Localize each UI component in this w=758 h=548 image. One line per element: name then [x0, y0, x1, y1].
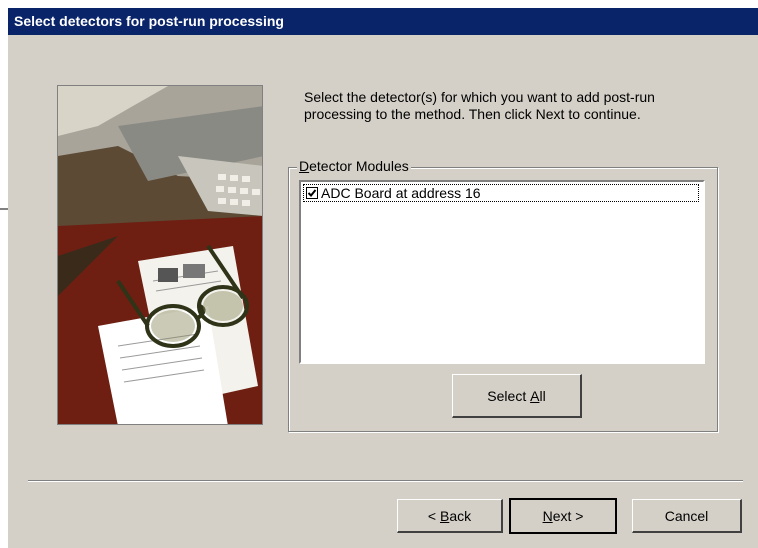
separator-line	[28, 480, 743, 482]
instruction-text: Select the detector(s) for which you wan…	[304, 89, 655, 122]
back-label-post: ack	[449, 507, 472, 524]
group-label-mnemonic: D	[299, 158, 310, 174]
cancel-button[interactable]: Cancel	[632, 499, 742, 533]
desk-glasses-illustration	[58, 86, 262, 424]
select-all-mnemonic: A	[530, 387, 540, 404]
next-mnemonic: N	[542, 508, 553, 524]
select-all-label-pre: Select	[487, 387, 531, 404]
select-all-button[interactable]: Select All	[452, 374, 582, 418]
next-button[interactable]: Next >	[509, 498, 617, 534]
checkmark-icon	[307, 189, 317, 197]
detector-modules-group: Detector Modules ADC Board at address 16…	[288, 158, 718, 432]
group-label-rest: etector Modules	[309, 158, 409, 174]
next-label-post: ext >	[552, 508, 584, 524]
illustration-image	[57, 85, 263, 425]
list-item-label: ADC Board at address 16	[321, 185, 481, 201]
detector-listbox[interactable]: ADC Board at address 16	[299, 180, 705, 364]
back-mnemonic: B	[439, 507, 450, 524]
wizard-dialog: Select detectors for post-run processing	[8, 8, 758, 548]
title-bar: Select detectors for post-run processing	[8, 8, 758, 35]
back-label-pre: <	[427, 507, 440, 524]
checkbox[interactable]	[306, 187, 318, 199]
back-button[interactable]: < Back	[397, 499, 503, 533]
select-all-label-post: ll	[539, 387, 546, 404]
group-label: Detector Modules	[297, 158, 411, 174]
list-item[interactable]: ADC Board at address 16	[303, 184, 699, 202]
